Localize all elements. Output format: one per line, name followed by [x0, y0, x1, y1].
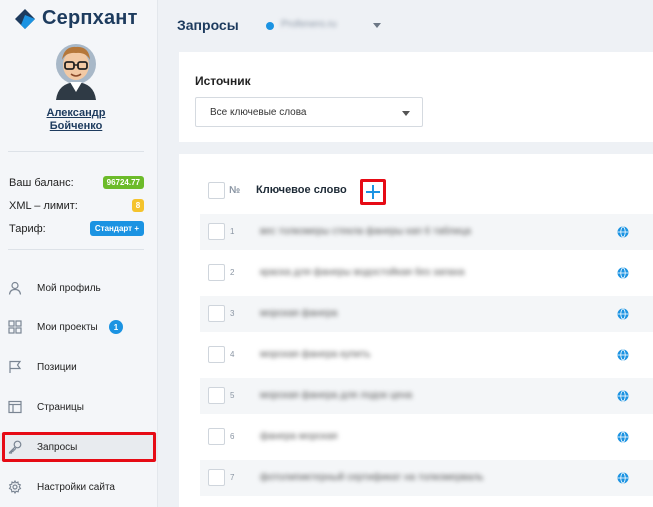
sidebar: Серпхант Александр Бойченко Ваш баланс: … [0, 0, 158, 507]
keywords-table-card: № Ключевое слово 1 вес толкомеры стекла … [179, 154, 653, 507]
balance-row: Ваш баланс: 96724.77 [9, 176, 144, 189]
table-row[interactable]: 5 морская фанера для лодок цена [200, 378, 653, 414]
source-select[interactable]: Все ключевые слова [195, 97, 423, 127]
user-name-link[interactable]: Александр Бойченко [0, 107, 152, 133]
row-number: 6 [230, 432, 235, 441]
nav-label: Мои проекты [37, 321, 98, 333]
nav-item-pages[interactable]: Страницы [0, 393, 158, 421]
row-number: 5 [230, 391, 235, 400]
globe-icon[interactable] [617, 390, 629, 402]
row-checkbox[interactable] [208, 305, 225, 322]
column-header-keyword: Ключевое слово [256, 184, 347, 196]
table-row[interactable]: 7 фотолипиктерный сертификат на толкомер… [200, 460, 653, 496]
xml-limit-label: XML – лимит: [9, 199, 78, 212]
top-bar: Запросы Profenero.ru [159, 0, 653, 52]
keyword-text: вес толкомеры стекла фанеры кап 6 таблиц… [260, 226, 471, 237]
keyword-text: фанера морская [260, 431, 338, 442]
keyword-text: морская фанера [260, 308, 338, 319]
balance-badge[interactable]: 96724.77 [102, 176, 144, 189]
chevron-down-icon[interactable] [373, 23, 381, 28]
source-label: Источник [195, 74, 251, 88]
projects-count-badge: 1 [109, 320, 123, 334]
source-filter-card: Источник Все ключевые слова [179, 52, 653, 142]
row-checkbox[interactable] [208, 264, 225, 281]
nav-label: Позиции [37, 361, 77, 373]
globe-icon[interactable] [617, 431, 629, 443]
keyword-text: морская фанера для лодок цена [260, 390, 413, 401]
source-select-value: Все ключевые слова [210, 107, 307, 118]
nav-item-site-settings[interactable]: Настройки сайта [0, 473, 158, 501]
nav-label: Мой профиль [37, 282, 101, 294]
chevron-down-icon [402, 111, 410, 116]
select-all-checkbox[interactable] [208, 182, 225, 199]
key-icon [8, 440, 22, 454]
tariff-badge[interactable]: Стандарт + [89, 221, 144, 236]
flag-icon [9, 360, 22, 373]
divider [8, 249, 144, 250]
row-number: 4 [230, 350, 235, 359]
user-last-name: Бойченко [49, 120, 103, 132]
keyword-text: морская фанера купить [260, 349, 371, 360]
divider [8, 151, 144, 152]
table-row[interactable]: 1 вес толкомеры стекла фанеры кап 6 табл… [200, 214, 653, 250]
nav-label: Настройки сайта [37, 481, 115, 493]
table-row[interactable]: 4 морская фанера купить [200, 337, 653, 373]
avatar[interactable] [48, 38, 104, 100]
xml-limit-badge[interactable]: 8 [132, 199, 144, 212]
globe-icon[interactable] [617, 472, 629, 484]
table-row[interactable]: 3 морская фанера [200, 296, 653, 332]
row-number: 2 [230, 268, 235, 277]
logo-mark-icon [15, 8, 35, 29]
project-selector-name[interactable]: Profenero.ru [281, 19, 337, 30]
logo-text: Серпхант [42, 7, 138, 29]
globe-icon[interactable] [617, 349, 629, 361]
row-checkbox[interactable] [208, 428, 225, 445]
row-number: 1 [230, 227, 235, 236]
keyword-text: фотолипиктерный сертификат на толкомерва… [260, 472, 484, 483]
tariff-label: Тариф: [9, 222, 46, 235]
grid-icon [8, 320, 22, 334]
logo[interactable]: Серпхант [14, 7, 138, 30]
project-status-dot [266, 22, 274, 30]
add-keyword-button[interactable] [360, 179, 386, 205]
gear-icon [8, 480, 22, 494]
globe-icon[interactable] [617, 308, 629, 320]
keyword-text: краска для фанеры водостойкая без запаха [260, 267, 465, 278]
column-header-number: № [229, 185, 241, 196]
row-checkbox[interactable] [208, 469, 225, 486]
globe-icon[interactable] [617, 226, 629, 238]
balance-label: Ваш баланс: [9, 176, 74, 189]
pages-icon [8, 400, 22, 414]
nav-item-queries[interactable]: Запросы [0, 433, 158, 461]
globe-icon[interactable] [617, 267, 629, 279]
row-checkbox[interactable] [208, 387, 225, 404]
nav-label: Страницы [37, 401, 84, 413]
tariff-row: Тариф: Стандарт + [9, 221, 144, 236]
nav-item-profile[interactable]: Мой профиль [0, 274, 158, 302]
row-checkbox[interactable] [208, 346, 225, 363]
row-number: 7 [230, 473, 235, 482]
nav-label: Запросы [37, 441, 78, 453]
user-first-name: Александр [46, 107, 106, 119]
nav-item-positions[interactable]: Позиции [0, 353, 158, 381]
page-title: Запросы [177, 17, 239, 33]
table-row[interactable]: 6 фанера морская [200, 419, 653, 455]
row-number: 3 [230, 309, 235, 318]
table-row[interactable]: 2 краска для фанеры водостойкая без запа… [200, 255, 653, 291]
row-checkbox[interactable] [208, 223, 225, 240]
nav-item-projects[interactable]: Мои проекты 1 [0, 313, 158, 341]
user-icon [8, 281, 22, 295]
xml-limit-row: XML – лимит: 8 [9, 199, 144, 212]
